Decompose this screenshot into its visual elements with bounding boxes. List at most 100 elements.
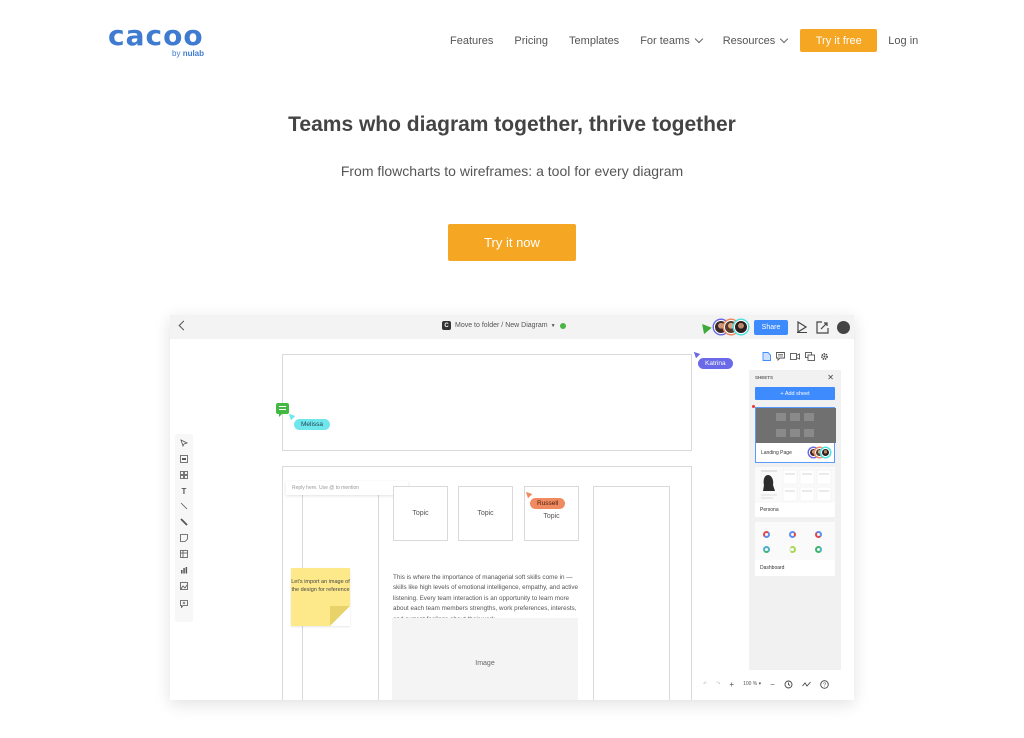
history-icon[interactable]: [784, 680, 793, 689]
table-tool-icon[interactable]: [179, 549, 189, 559]
sticky-note[interactable]: Let's import an image of the design for …: [291, 568, 350, 626]
sheet-name: Persona: [760, 507, 779, 513]
sheet-collaborators: [809, 448, 830, 457]
cursor-pointer-icon: [698, 320, 712, 334]
grid-tool-icon[interactable]: [179, 470, 189, 480]
nav-resources[interactable]: Resources: [723, 34, 789, 47]
video-tab-icon[interactable]: [790, 352, 800, 361]
line-tool-icon[interactable]: [179, 501, 189, 511]
breadcrumb[interactable]: C Move to folder / New Diagram ▼: [442, 321, 566, 330]
cacoo-logo[interactable]: cacoo by nulab: [108, 20, 208, 60]
nav-for-teams[interactable]: For teams: [640, 34, 703, 47]
select-tool-icon[interactable]: [179, 438, 189, 448]
shape-toolbar: T: [175, 434, 193, 622]
zoom-in-icon[interactable]: +: [729, 680, 734, 689]
sheet-item-dashboard[interactable]: Dashboard: [755, 522, 835, 576]
diagram-frame-header[interactable]: [282, 354, 692, 451]
comment-bubble-icon[interactable]: [276, 403, 289, 417]
login-link[interactable]: Log in: [888, 35, 918, 47]
app-preview: C Move to folder / New Diagram ▼ Share T…: [170, 315, 854, 700]
avatar: [821, 448, 830, 457]
panel-tabs: [762, 352, 834, 361]
sheets-tab-icon[interactable]: [762, 352, 771, 361]
nav-pricing-label: Pricing: [514, 34, 549, 47]
logo-by: by: [172, 49, 181, 58]
sheets-panel-title: SHEETS: [755, 375, 774, 380]
export-icon[interactable]: [816, 320, 829, 334]
sticky-note-tool-icon[interactable]: [179, 533, 189, 543]
diagram-canvas[interactable]: T Reply here. Use @ to mention Topic Top…: [170, 339, 854, 700]
thumb-block: [804, 429, 814, 437]
collaborator-avatars[interactable]: [714, 320, 748, 334]
donut-mark: [815, 531, 822, 538]
comment-tool-icon[interactable]: [179, 599, 189, 609]
add-sheet-button[interactable]: + Add sheet: [755, 387, 835, 400]
sheet-name: Dashboard: [760, 565, 785, 571]
toolbar-actions: Share: [698, 318, 850, 336]
try-it-now-button[interactable]: Try it now: [448, 224, 576, 261]
layers-tab-icon[interactable]: [805, 352, 815, 361]
nav-features-label: Features: [450, 34, 494, 47]
nav-features[interactable]: Features: [450, 35, 493, 47]
chart-tool-icon[interactable]: [179, 565, 189, 575]
account-settings-icon[interactable]: [837, 320, 850, 334]
cursor-pointer-icon: [691, 349, 701, 359]
pen-tool-icon[interactable]: [179, 517, 189, 527]
nav-for-teams-label: For teams: [640, 34, 690, 47]
back-chevron-icon[interactable]: [178, 320, 189, 331]
hero-title: Teams who diagram together, thrive toget…: [288, 113, 736, 136]
hero-subtitle: From flowcharts to wireframes: a tool fo…: [340, 163, 684, 179]
undo-icon[interactable]: ↶: [703, 681, 707, 687]
sheet-item-landing-page[interactable]: Landing Page: [755, 407, 836, 463]
sheet-item-persona[interactable]: Persona: [755, 467, 835, 517]
thumb-block: [776, 413, 786, 421]
gear-icon[interactable]: [820, 352, 829, 361]
avatar: [734, 320, 748, 334]
thumb-block: [804, 413, 814, 421]
nav-links: Features Pricing Templates For teams Res…: [450, 29, 918, 52]
comment-reply-input[interactable]: Reply here. Use @ to mention: [286, 481, 408, 495]
thumb-block: [790, 413, 800, 421]
help-icon[interactable]: ?: [820, 679, 829, 689]
close-icon[interactable]: ✕: [827, 373, 834, 382]
try-it-free-button[interactable]: Try it free: [800, 29, 878, 52]
sheets-panel: SHEETS ✕ + Add sheet Landing Page Person…: [749, 370, 841, 670]
donut-mark: [789, 531, 796, 538]
caret-down-icon: ▼: [550, 322, 556, 329]
logo-wordmark: cacoo: [108, 19, 204, 52]
shape-tool-icon[interactable]: [179, 454, 189, 464]
nav-templates[interactable]: Templates: [569, 35, 619, 47]
top-nav: cacoo by nulab Features Pricing Template…: [0, 0, 1024, 80]
sticky-note-text: Let's import an image of the design for …: [291, 579, 350, 593]
sheet-name: Landing Page: [761, 450, 792, 456]
zoom-toolbar: ↶ ↷ + 100 % ▾ − ?: [703, 675, 843, 693]
nav-pricing[interactable]: Pricing: [514, 35, 548, 47]
zoom-out-icon[interactable]: −: [770, 680, 775, 689]
cacoo-badge-icon: C: [442, 321, 451, 330]
text-tool-icon[interactable]: T: [179, 486, 189, 496]
zoom-level-value: 100 %: [743, 681, 758, 687]
play-icon[interactable]: [796, 321, 808, 333]
collaborator-tag-russell: Russell: [530, 498, 566, 509]
collaborator-tag-melissa: Melissa: [294, 419, 331, 430]
topic-box[interactable]: Topic: [524, 486, 579, 541]
saved-check-icon: [559, 322, 566, 329]
donut-mark: [789, 546, 796, 553]
thumb-block: [790, 429, 800, 437]
zoom-level-select[interactable]: 100 % ▾: [743, 681, 761, 687]
topic-box[interactable]: Topic: [458, 486, 513, 541]
topic-box[interactable]: Topic: [393, 486, 448, 541]
editor-toolbar: C Move to folder / New Diagram ▼ Share: [170, 315, 854, 339]
activity-icon[interactable]: [801, 680, 811, 689]
svg-text:?: ?: [823, 682, 826, 688]
sheet-thumbnail: [755, 467, 835, 503]
image-placeholder[interactable]: Image: [392, 618, 578, 700]
image-tool-icon[interactable]: [179, 581, 189, 591]
nav-templates-label: Templates: [569, 34, 620, 47]
wireframe-right-column[interactable]: [593, 486, 670, 700]
redo-icon[interactable]: ↷: [716, 681, 720, 687]
sticky-fold: [330, 606, 350, 626]
comments-tab-icon[interactable]: [776, 352, 785, 361]
chevron-down-icon: [780, 34, 789, 43]
share-button[interactable]: Share: [754, 319, 788, 335]
